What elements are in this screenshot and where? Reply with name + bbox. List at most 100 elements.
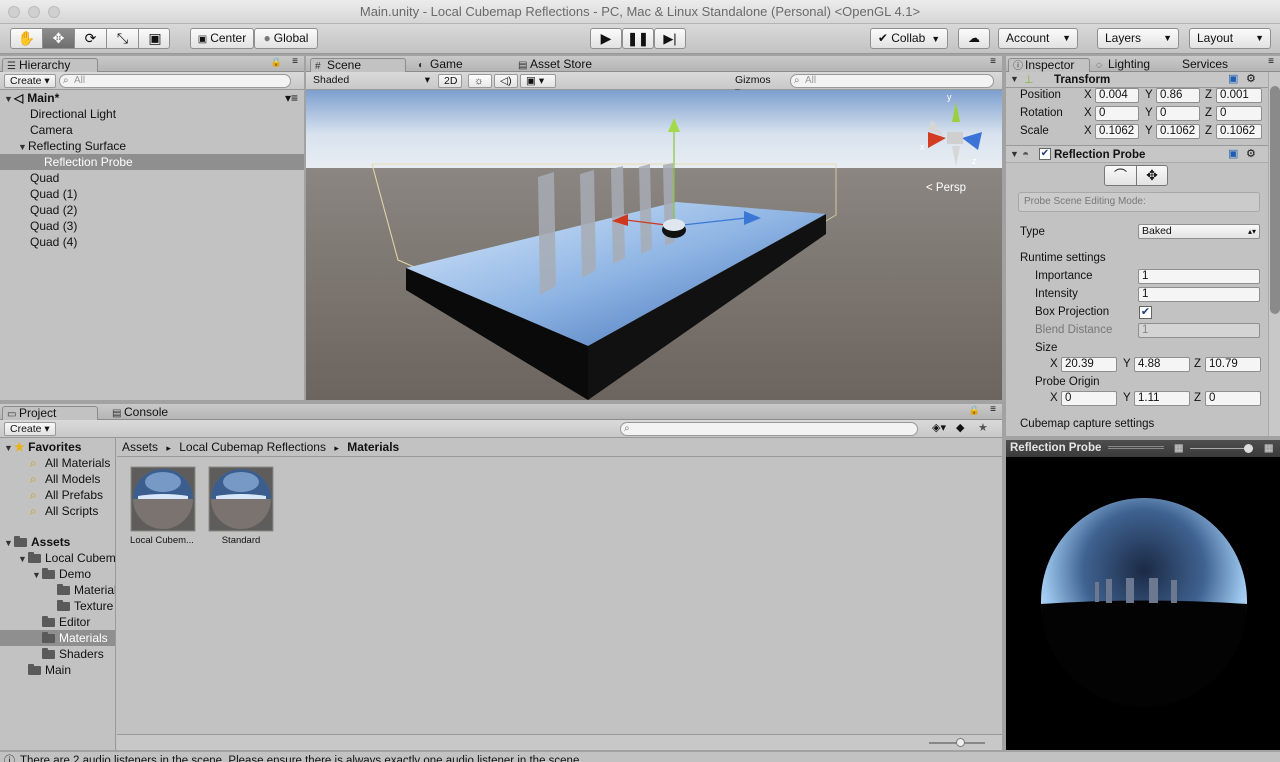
hand-tool-button[interactable]: ✋	[11, 29, 43, 48]
size-y-field[interactable]: 4.88	[1134, 357, 1190, 372]
icon-size-slider-thumb[interactable]	[956, 738, 965, 747]
scene-viewport[interactable]: y x z < Persp	[306, 90, 1002, 400]
panel-menu-icon[interactable]: ≡	[1268, 56, 1274, 67]
favorites-row[interactable]: ▼★ Favorites	[0, 439, 115, 455]
tab-scene[interactable]: # Scene	[310, 58, 406, 72]
scrollbar-thumb[interactable]	[1270, 86, 1280, 314]
probe-type-dropdown[interactable]: Baked ▴▾	[1138, 224, 1260, 239]
global-space-button[interactable]: ● Global	[254, 28, 318, 49]
scale-z-field[interactable]: 0.1062	[1216, 124, 1262, 139]
pivot-center-button[interactable]: ▣ Center	[190, 28, 254, 49]
tab-inspector[interactable]: ⓘ Inspector	[1008, 58, 1090, 72]
filter-type-icon[interactable]: ◈▾	[932, 421, 946, 434]
scene-search-input[interactable]: ⌕ All	[790, 74, 994, 88]
hierarchy-item[interactable]: Camera	[0, 122, 304, 138]
folder-item[interactable]: Material	[0, 582, 115, 598]
exposure-slider-thumb[interactable]	[1244, 444, 1253, 453]
panel-menu-icon[interactable]: ≡	[990, 404, 996, 415]
tab-project[interactable]: ▭ Project	[2, 406, 98, 420]
settings-gear-icon[interactable]: ⚙	[1246, 147, 1256, 160]
lighting-toggle[interactable]: ☼	[468, 74, 492, 88]
tab-asset-store[interactable]: ▤ Asset Store	[514, 58, 614, 72]
hierarchy-item[interactable]: Quad	[0, 170, 304, 186]
step-button[interactable]: ▶|	[654, 28, 686, 49]
intensity-field[interactable]: 1	[1138, 287, 1260, 302]
hierarchy-item-selected[interactable]: Reflection Probe	[0, 154, 304, 170]
tab-services[interactable]: Services	[1166, 58, 1236, 72]
reflection-probe-header[interactable]: ▼ ◓ ✔ Reflection Probe ▣ ⚙	[1006, 145, 1268, 163]
status-bar[interactable]: ⓘ There are 2 audio listeners in the sce…	[0, 752, 1280, 762]
folder-item[interactable]: ▼ Demo	[0, 566, 115, 582]
panel-menu-icon[interactable]: ≡	[990, 56, 996, 67]
inspector-scrollbar[interactable]	[1268, 72, 1280, 436]
hierarchy-item[interactable]: ▼Reflecting Surface	[0, 138, 304, 154]
hierarchy-item[interactable]: Quad (3)	[0, 218, 304, 234]
favorite-star-icon[interactable]: ★	[978, 421, 988, 434]
preview-drag-handle[interactable]	[1108, 446, 1164, 449]
toggle-2d-button[interactable]: 2D	[438, 74, 462, 88]
position-x-field[interactable]: 0.004	[1095, 88, 1139, 103]
origin-z-field[interactable]: 0	[1205, 391, 1261, 406]
folder-item[interactable]: Shaders	[0, 646, 115, 662]
lock-icon[interactable]: 🔒	[271, 57, 282, 68]
size-z-field[interactable]: 10.79	[1205, 357, 1261, 372]
filter-label-icon[interactable]: ◆	[956, 421, 964, 434]
rotation-y-field[interactable]: 0	[1156, 106, 1200, 121]
scale-x-field[interactable]: 0.1062	[1095, 124, 1139, 139]
folder-item[interactable]: ▼ Local Cubem	[0, 550, 115, 566]
folder-item[interactable]: Editor	[0, 614, 115, 630]
exposure-slider[interactable]	[1190, 448, 1252, 449]
hierarchy-item[interactable]: Quad (4)	[0, 234, 304, 250]
probe-enabled-checkbox[interactable]: ✔	[1039, 148, 1051, 160]
tab-lighting[interactable]: ◌ Lighting	[1092, 58, 1166, 72]
folder-item-selected[interactable]: Materials	[0, 630, 115, 646]
favorite-item[interactable]: ⌕ All Materials	[0, 455, 115, 471]
origin-y-field[interactable]: 1.11	[1134, 391, 1190, 406]
lock-icon[interactable]: 🔒	[969, 405, 980, 416]
preview-settings-icon[interactable]: ▦	[1264, 440, 1273, 457]
pause-button[interactable]: ❚❚	[622, 28, 654, 49]
tab-hierarchy[interactable]: ☰ Hierarchy	[2, 58, 98, 72]
folder-item[interactable]: Texture	[0, 598, 115, 614]
breadcrumb-item[interactable]: Assets	[122, 440, 158, 454]
hierarchy-search-input[interactable]: ⌕ All	[59, 74, 291, 88]
help-icon[interactable]: ▣	[1228, 147, 1238, 160]
tab-game[interactable]: ◐ Game	[414, 58, 474, 72]
favorite-item[interactable]: ⌕ All Scripts	[0, 503, 115, 519]
rotate-tool-button[interactable]: ⟳	[75, 29, 107, 48]
size-x-field[interactable]: 20.39	[1061, 357, 1117, 372]
collab-dropdown[interactable]: ✔ Collab ▼	[870, 28, 948, 49]
layers-dropdown[interactable]: Layers ▼	[1097, 28, 1179, 49]
favorite-item[interactable]: ⌕ All Models	[0, 471, 115, 487]
hierarchy-item[interactable]: Quad (2)	[0, 202, 304, 218]
scale-y-field[interactable]: 0.1062	[1156, 124, 1200, 139]
origin-x-field[interactable]: 0	[1061, 391, 1117, 406]
hierarchy-item[interactable]: Quad (1)	[0, 186, 304, 202]
position-y-field[interactable]: 0.86	[1156, 88, 1200, 103]
minimize-window-button[interactable]	[28, 6, 40, 18]
project-search-input[interactable]: ⌕	[620, 422, 918, 436]
effects-dropdown[interactable]: ▣ ▾	[520, 74, 556, 88]
persp-label[interactable]: < Persp	[926, 182, 966, 194]
project-create-button[interactable]: Create ▾	[4, 422, 56, 436]
rect-tool-button[interactable]: ▣	[139, 29, 171, 48]
tab-console[interactable]: ▤ Console	[108, 406, 178, 420]
position-z-field[interactable]: 0.001	[1216, 88, 1262, 103]
transform-header[interactable]: ▼ ⊥ Transform ▣ ⚙	[1006, 72, 1268, 88]
scale-tool-button[interactable]: ⤡	[107, 29, 139, 48]
hierarchy-create-button[interactable]: Create ▾	[4, 74, 56, 88]
settings-gear-icon[interactable]: ⚙	[1246, 72, 1256, 85]
shading-mode-dropdown[interactable]: Shaded ▾	[308, 74, 432, 88]
edit-bounds-button[interactable]: ⌒	[1105, 166, 1137, 185]
box-projection-checkbox[interactable]: ✔	[1139, 306, 1152, 319]
scene-menu-icon[interactable]: ▾≡	[285, 90, 298, 106]
hierarchy-item[interactable]: Directional Light	[0, 106, 304, 122]
gizmos-dropdown[interactable]: Gizmos ▾	[730, 74, 782, 98]
zoom-window-button[interactable]	[48, 6, 60, 18]
scene-root-row[interactable]: ▼◁ Main* ▾≡	[0, 90, 304, 106]
edit-origin-button[interactable]: ✥	[1137, 166, 1167, 185]
material-asset[interactable]: Standard	[208, 466, 274, 546]
move-tool-button[interactable]: ✥	[43, 29, 75, 48]
material-asset[interactable]: Local Cubem...	[130, 466, 196, 546]
breadcrumb-item[interactable]: Local Cubemap Reflections	[179, 440, 326, 454]
